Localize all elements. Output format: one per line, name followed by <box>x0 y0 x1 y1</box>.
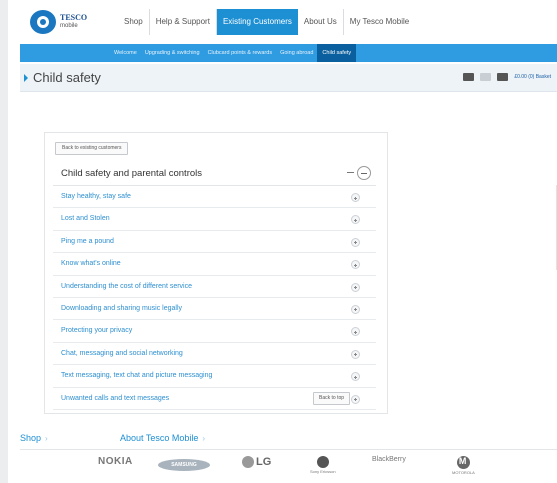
logo-line1: TESCO <box>60 13 88 22</box>
subnav-item-clubcard[interactable]: Clubcard points & rewards <box>204 44 277 62</box>
accordion-item-label: Unwanted calls and text messages <box>61 394 170 402</box>
title-arrow-icon <box>24 74 28 82</box>
accordion-item-label: Know what's online <box>61 260 121 268</box>
accordion-item[interactable]: Lost and Stolen <box>53 208 376 231</box>
page-title: Child safety <box>33 70 101 85</box>
expand-plus-icon[interactable] <box>351 327 360 337</box>
logo-line2: mobile <box>60 23 78 29</box>
accordion-item[interactable]: Ping me a pound <box>53 231 376 254</box>
accordion-item-label: Chat, messaging and social networking <box>61 349 183 357</box>
accordion-item[interactable]: Know what's online <box>53 253 376 276</box>
basket-icon[interactable] <box>497 73 509 81</box>
accordion-item[interactable]: Protecting your privacy <box>53 320 376 343</box>
accordion-item[interactable]: Understanding the cost of different serv… <box>53 276 376 298</box>
chevron-right-icon: › <box>202 434 206 443</box>
expand-plus-icon[interactable] <box>351 304 360 314</box>
lg-logo[interactable]: LG <box>242 456 271 468</box>
accordion-item-label: Lost and Stolen <box>61 215 110 223</box>
top-navigation: Shop Help & Support Existing Customers A… <box>118 9 415 35</box>
header-tools: £0.00 (0) Basket <box>463 73 551 81</box>
footer-tab-shop[interactable]: Shop › <box>20 433 48 443</box>
accordion-item-label: Stay healthy, stay safe <box>61 193 131 200</box>
subnav-item-upgrading[interactable]: Upgrading & switching <box>141 44 204 62</box>
subnav-item-child-safety[interactable]: Child safety <box>317 44 357 62</box>
expand-plus-icon[interactable] <box>351 349 360 359</box>
expand-plus-icon[interactable] <box>351 282 360 292</box>
chevron-right-icon: › <box>45 434 48 443</box>
sony-ericsson-text: Sony Ericsson <box>310 469 336 474</box>
tesco-mobile-logo[interactable]: TESCO mobile <box>30 10 87 34</box>
sub-navigation: Welcome Upgrading & switching Clubcard p… <box>20 44 557 62</box>
tab-my-tesco-mobile[interactable]: My Tesco Mobile <box>344 9 415 35</box>
blackberry-logo[interactable]: BlackBerry <box>372 456 406 463</box>
expand-plus-icon[interactable] <box>351 372 360 382</box>
accordion-item[interactable]: Downloading and sharing music legally <box>53 298 376 321</box>
accordion-item-label: Downloading and sharing music legally <box>61 304 183 312</box>
tab-existing-customers[interactable]: Existing Customers <box>216 9 298 35</box>
subnav-item-welcome[interactable]: Welcome <box>110 44 141 62</box>
site-header: TESCO mobile Shop Help & Support Existin… <box>8 0 557 44</box>
accordion-item[interactable]: Chat, messaging and social networking <box>53 343 376 366</box>
tab-shop[interactable]: Shop <box>118 9 150 35</box>
expand-plus-icon[interactable] <box>351 215 360 225</box>
footer-tab-about[interactable]: About Tesco Mobile › <box>120 433 205 443</box>
expand-plus-icon[interactable] <box>351 237 360 247</box>
expand-plus-icon[interactable] <box>351 260 360 270</box>
collapse-icon[interactable] <box>357 166 371 180</box>
tesco-logo-icon <box>30 10 56 34</box>
accordion-item-label: Text messaging, text chat and picture me… <box>61 372 213 380</box>
expand-plus-icon[interactable] <box>351 394 360 404</box>
section-title: Child safety and parental controls <box>61 168 202 179</box>
expand-plus-icon[interactable] <box>351 193 360 202</box>
brand-logos: NOKIA SAMSUNG LG Sony Ericsson BlackBerr… <box>20 453 557 483</box>
tab-about-us[interactable]: About Us <box>298 9 344 35</box>
back-to-existing-customers-button[interactable]: Back to existing customers <box>55 142 129 155</box>
samsung-logo[interactable]: SAMSUNG <box>158 459 210 471</box>
subnav-item-going-abroad[interactable]: Going abroad <box>276 44 317 62</box>
accordion-item-label: Understanding the cost of different serv… <box>61 282 193 290</box>
footer-tabs: Shop › About Tesco Mobile › <box>20 430 557 450</box>
accordion-item-label: Ping me a pound <box>61 237 114 245</box>
footer-tab-label: Shop <box>20 433 42 443</box>
basket-summary[interactable]: £0.00 (0) Basket <box>514 74 551 80</box>
accordion-item[interactable]: Text messaging, text chat and picture me… <box>53 365 376 388</box>
page: TESCO mobile Shop Help & Support Existin… <box>8 0 557 483</box>
page-title-bar: Child safety £0.00 (0) Basket <box>20 64 557 92</box>
lg-logo-text: LG <box>256 456 272 468</box>
back-to-top-button[interactable]: Back to top <box>313 392 351 405</box>
sony-ericsson-icon <box>316 456 329 468</box>
tab-help-support[interactable]: Help & Support <box>150 9 217 35</box>
accordion-item[interactable]: Stay healthy, stay safe <box>53 186 376 209</box>
accordion-item-label: Protecting your privacy <box>61 327 133 335</box>
accordion-header[interactable]: Child safety and parental controls <box>53 160 376 186</box>
text-size-icon[interactable] <box>480 73 492 81</box>
sony-ericsson-logo[interactable]: Sony Ericsson <box>310 456 336 474</box>
motorola-logo[interactable]: MOTOROLA <box>452 456 475 475</box>
motorola-icon <box>456 456 470 469</box>
child-safety-accordion: Child safety and parental controls Stay … <box>53 160 376 410</box>
nokia-logo[interactable]: NOKIA <box>98 456 133 467</box>
motorola-text: MOTOROLA <box>452 470 475 475</box>
footer-tab-label: About Tesco Mobile <box>120 433 199 443</box>
lg-face-icon <box>242 456 254 468</box>
print-icon[interactable] <box>463 73 475 81</box>
minimise-icon <box>347 172 354 173</box>
